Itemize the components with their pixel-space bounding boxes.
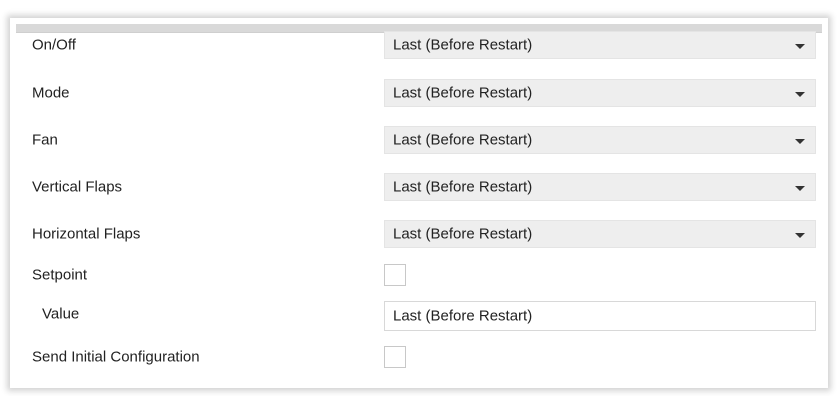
vertical-flaps-value: Last (Before Restart) xyxy=(393,178,533,196)
vertical-flaps-label: Vertical Flaps xyxy=(32,178,123,196)
chevron-down-icon xyxy=(795,233,805,238)
on-off-label: On/Off xyxy=(32,36,76,54)
horizontal-flaps-label: Horizontal Flaps xyxy=(32,225,141,243)
row-horizontal-flaps: Horizontal Flaps Last (Before Restart) xyxy=(10,220,828,248)
settings-panel: On/Off Last (Before Restart) Mode Last (… xyxy=(10,18,828,388)
setpoint-value-label: Value xyxy=(42,305,80,323)
fan-value: Last (Before Restart) xyxy=(393,131,533,149)
setpoint-checkbox[interactable] xyxy=(384,264,406,286)
row-setpoint: Setpoint xyxy=(10,261,828,289)
send-initial-configuration-checkbox[interactable] xyxy=(384,346,406,368)
row-fan: Fan Last (Before Restart) xyxy=(10,126,828,154)
fan-select[interactable]: Last (Before Restart) xyxy=(384,126,816,154)
chevron-down-icon xyxy=(795,186,805,191)
fan-label: Fan xyxy=(32,131,58,149)
setpoint-value-input[interactable]: Last (Before Restart) xyxy=(384,301,816,331)
vertical-flaps-select[interactable]: Last (Before Restart) xyxy=(384,173,816,201)
on-off-value: Last (Before Restart) xyxy=(393,36,533,54)
row-mode: Mode Last (Before Restart) xyxy=(10,79,828,107)
setpoint-label: Setpoint xyxy=(32,266,88,284)
row-send-initial-configuration: Send Initial Configuration xyxy=(10,343,828,371)
chevron-down-icon xyxy=(795,92,805,97)
row-vertical-flaps: Vertical Flaps Last (Before Restart) xyxy=(10,173,828,201)
horizontal-flaps-value: Last (Before Restart) xyxy=(393,225,533,243)
setpoint-value-text: Last (Before Restart) xyxy=(393,307,533,325)
row-setpoint-value: Value Last (Before Restart) xyxy=(10,300,828,331)
mode-select[interactable]: Last (Before Restart) xyxy=(384,79,816,107)
mode-value: Last (Before Restart) xyxy=(393,84,533,102)
row-on-off: On/Off Last (Before Restart) xyxy=(10,31,828,59)
on-off-select[interactable]: Last (Before Restart) xyxy=(384,31,816,59)
chevron-down-icon xyxy=(795,139,805,144)
mode-label: Mode xyxy=(32,84,70,102)
horizontal-flaps-select[interactable]: Last (Before Restart) xyxy=(384,220,816,248)
send-initial-configuration-label: Send Initial Configuration xyxy=(32,348,200,366)
chevron-down-icon xyxy=(795,44,805,49)
